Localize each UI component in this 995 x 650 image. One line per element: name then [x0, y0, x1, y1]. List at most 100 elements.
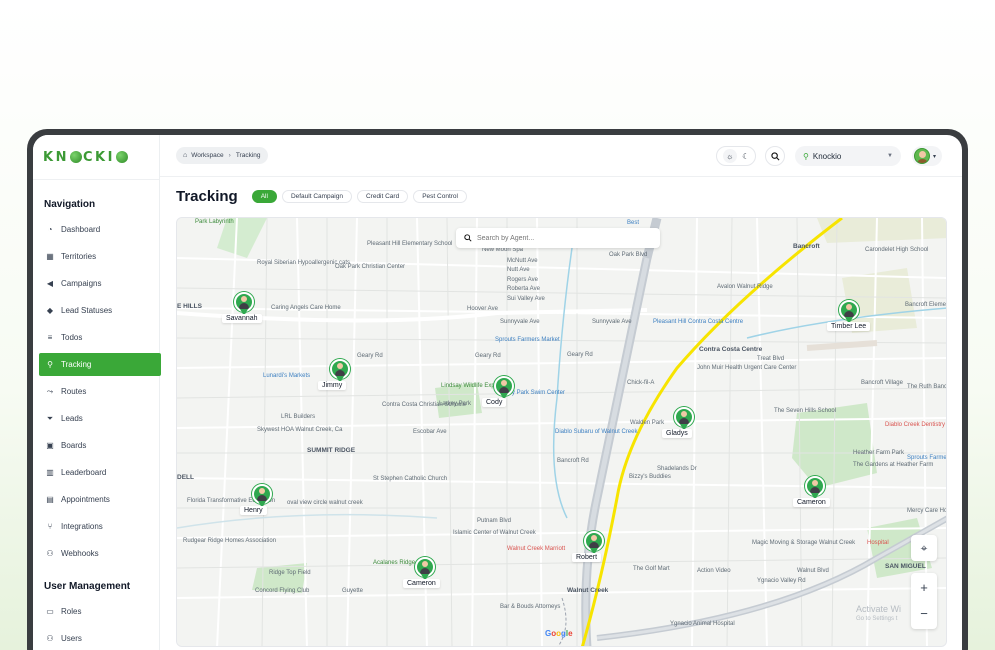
agent-pin[interactable] — [839, 300, 859, 324]
map-place-label: John Muir Health Urgent Care Center — [697, 365, 797, 371]
map-place-label: McNutt Ave — [507, 258, 538, 264]
map-place-label: Bancroft Rd — [557, 458, 589, 464]
filter-chip-default-campaign[interactable]: Default Campaign — [281, 190, 352, 203]
sidebar-item-label: Campaigns — [61, 279, 102, 288]
sidebar-item-roles[interactable]: ▭ Roles — [39, 600, 161, 623]
filter-chip-all[interactable]: All — [251, 190, 277, 203]
app-screen: KN CKI Navigation ◔ Dashboard ▦ Territories ◀… — [33, 135, 962, 650]
map-place-label: Oak Park Blvd — [609, 252, 648, 258]
tracking-map[interactable]: Park Labyrinth Pleasant Hill Elementary S… — [176, 217, 947, 647]
zoom-controls: + − — [911, 573, 937, 629]
map-place-label: Nutt Ave — [507, 267, 530, 273]
sidebar-item-todos[interactable]: ≡ Todos — [39, 326, 161, 349]
sidebar-item-leads[interactable]: ⏷ Leads — [39, 407, 161, 430]
sidebar-item-campaigns[interactable]: ◀ Campaigns — [39, 272, 161, 295]
map-place-label: Carondelet High School — [865, 247, 929, 253]
agent-name-label[interactable]: Henry — [240, 506, 267, 515]
windows-activation-subtext: Go to Settings t — [856, 616, 898, 622]
agent-name-label[interactable]: Timber Lee — [827, 322, 871, 331]
map-place-label: Sprouts Farmers Walnut — [907, 455, 947, 461]
map-place-label: Walnut Creek — [567, 587, 609, 594]
id-card-icon: ▭ — [46, 607, 54, 616]
agent-name-label[interactable]: Jimmy — [318, 381, 347, 390]
filter-chip-credit-card[interactable]: Credit Card — [356, 190, 409, 203]
map-place-label: Avalon Walnut Ridge — [717, 284, 773, 290]
agent-name-label[interactable]: Robert — [572, 553, 602, 562]
agent-pin[interactable] — [330, 359, 350, 383]
logo[interactable]: KN CKI — [33, 135, 159, 180]
sidebar-item-appointments[interactable]: ▤ Appointments — [39, 488, 161, 511]
agent-pin[interactable] — [494, 376, 514, 400]
avatar — [914, 148, 930, 164]
sidebar-item-tracking[interactable]: ⚲ Tracking — [39, 353, 161, 376]
crosshair-icon: ⌖ — [920, 540, 928, 555]
agent-name-label[interactable]: Cameron — [793, 498, 830, 507]
agent-pin[interactable] — [252, 484, 272, 508]
map-place-label: Rogers Ave — [507, 277, 538, 283]
git-branch-icon: ⑂ — [47, 522, 53, 531]
agent-name-label[interactable]: Cody — [482, 398, 507, 407]
search-button[interactable] — [765, 146, 785, 166]
sidebar-item-territories[interactable]: ▦ Territories — [39, 245, 161, 268]
chevron-down-icon: ▾ — [933, 153, 937, 160]
sidebar-item-label: Dashboard — [61, 225, 101, 234]
map-place-label: Magic Moving & Storage Walnut Creek — [752, 540, 856, 546]
sun-icon[interactable]: ☼ — [722, 149, 737, 163]
map-place-label: Caring Angels Care Home — [271, 305, 341, 311]
sidebar-item-boards[interactable]: ▣ Boards — [39, 434, 161, 457]
sidebar-item-lead-statuses[interactable]: ◆ Lead Statuses — [39, 299, 161, 322]
zoom-in-button[interactable]: + — [920, 575, 928, 601]
knockio-logo-icon: ⚲ — [803, 151, 809, 161]
sidebar-item-users[interactable]: ⚇ Users — [39, 627, 161, 650]
map-place-label: oval view circle walnut creek — [287, 500, 363, 506]
map-place-label: Mercy Care Homes — [907, 508, 947, 514]
map-place-label: The Gardens at Heather Farm — [853, 462, 934, 468]
map-place-label: Walden Park — [630, 420, 665, 426]
agent-pin[interactable] — [674, 407, 694, 431]
map-place-label: Diablo Subaru of Walnut Creek — [555, 429, 638, 435]
zoom-out-button[interactable]: − — [920, 601, 928, 627]
theme-toggle[interactable]: ☼ ☾ — [716, 146, 756, 166]
map-place-label: Hoover Ave — [467, 306, 498, 312]
agent-name-label[interactable]: Cameron — [403, 579, 440, 588]
home-icon[interactable]: ⌂ — [183, 152, 187, 159]
map-place-label: Treat Blvd — [757, 356, 785, 362]
sidebar-item-webhooks[interactable]: ⚇ Webhooks — [39, 542, 161, 565]
agent-name-label[interactable]: Savannah — [222, 314, 262, 323]
breadcrumb: ⌂ Workspace › Tracking — [176, 147, 268, 164]
filter-chip-pest-control[interactable]: Pest Control — [413, 190, 467, 203]
sidebar-item-integrations[interactable]: ⑂ Integrations — [39, 515, 161, 538]
my-location-button[interactable]: ⌖ — [911, 535, 937, 561]
map-place-label: Sui Valley Ave — [507, 296, 545, 302]
sidebar-item-label: Appointments — [61, 495, 110, 504]
sidebar-item-label: Boards — [61, 441, 87, 450]
map-place-label: Action Video — [697, 568, 731, 574]
agent-name-label[interactable]: Gladys — [662, 429, 692, 438]
sidebar-item-leaderboard[interactable]: ▥ Leaderboard — [39, 461, 161, 484]
sidebar-item-dashboard[interactable]: ◔ Dashboard — [39, 218, 161, 241]
agent-pin[interactable] — [234, 292, 254, 316]
map-place-label: Escobar Ave — [413, 429, 447, 435]
organization-selector[interactable]: ⚲ Knockio ▼ — [795, 146, 901, 166]
map-place-label: Islamic Center of Walnut Creek — [453, 530, 536, 536]
moon-icon[interactable]: ☾ — [742, 152, 749, 161]
nav-list: ◔ Dashboard ▦ Territories ◀ Campaigns ◆ Lead St… — [33, 218, 161, 565]
organization-name: Knockio — [812, 151, 842, 161]
list-icon: ≡ — [47, 333, 53, 342]
agent-search-box[interactable] — [456, 228, 660, 248]
map-place-label: Sprouts Farmers Market — [495, 337, 560, 343]
map-place-label: Putnam Blvd — [477, 518, 512, 524]
map-place-label: The Ruth Bancroft Garden & Nursery — [907, 384, 947, 390]
agent-pin[interactable] — [584, 531, 604, 555]
agent-search-input[interactable] — [477, 234, 647, 242]
map-place-label: Sunnyvale Ave — [592, 319, 632, 325]
user-menu[interactable]: ▾ — [912, 146, 942, 166]
breadcrumb-root[interactable]: Workspace — [191, 152, 223, 159]
map-place-label: Geary Rd — [357, 353, 383, 359]
sidebar-item-label: Territories — [61, 252, 97, 261]
map-place-label: Lunardi's Markets — [263, 373, 311, 379]
agent-pin[interactable] — [415, 557, 435, 581]
sidebar-item-routes[interactable]: ⤳ Routes — [39, 380, 161, 403]
agent-pin[interactable] — [805, 476, 825, 500]
location-pin-icon: ⚲ — [47, 360, 53, 369]
